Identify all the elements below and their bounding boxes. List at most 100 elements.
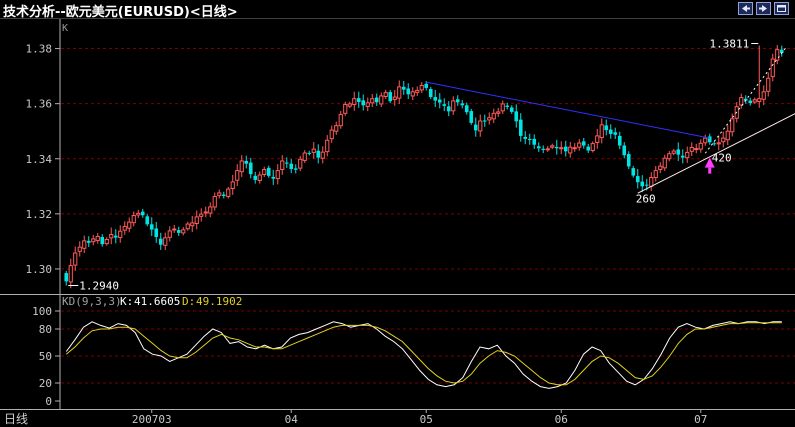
candle-body-up [752,99,757,103]
candle-body-up [347,103,352,107]
candle-body-down [140,211,145,216]
candle-body-up [181,229,186,234]
candle-body-down [680,155,685,158]
candle-body-up [118,230,123,239]
candle-body-down [442,104,447,106]
candle-body-up [262,169,267,175]
candle-body-up [379,95,384,105]
candlestick-series [64,45,784,289]
candle-body-down [356,98,361,102]
candle-body-up [590,143,595,151]
candle-body-up [415,89,420,93]
candle-body-down [284,162,289,164]
candle-body-up [167,230,172,238]
candle-body-up [595,135,600,144]
candle-body-down [748,100,753,104]
candle-body-up [208,206,213,214]
candle-body-up [320,151,325,159]
candle-body-up [91,238,96,243]
restore-button[interactable] [774,2,789,15]
candle-body-down [86,240,91,243]
candle-body-up [239,160,244,173]
candle-body-up [77,246,82,252]
candle-body-down [532,138,537,145]
candle-body-up [703,137,708,144]
candle-body-up [572,147,577,150]
candle-body-down [248,162,253,175]
candle-body-down [581,141,586,146]
candle-body-down [608,129,613,134]
candle-body-up [280,160,285,170]
y-axis-label: K [62,23,68,34]
candle-body-up [383,92,388,97]
candle-body-up [302,152,307,161]
candle-body-down [266,167,271,176]
candle-body-down [626,154,631,167]
candle-body-up [338,113,343,127]
kd-tick-label: 0 [45,395,52,408]
candle-body-down [293,168,298,170]
prev-button[interactable] [738,2,753,15]
kd-tick-label: 100 [32,305,52,318]
candle-body-down [428,89,433,98]
candle-body-down [361,100,366,106]
candle-body-down [455,99,460,103]
candle-body-down [518,119,523,136]
candle-body-down [401,86,406,90]
candle-body-down [221,194,226,196]
k-line [65,321,782,389]
candle-body-up [203,211,208,214]
candle-body-down [406,88,411,95]
title-bar: 技术分析--欧元美元(EURUSD)<日线> [0,0,795,20]
candle-body-up [419,84,424,91]
next-button[interactable] [756,2,771,15]
candle-body-up [329,129,334,140]
candle-body-up [689,146,694,152]
k-value: 41.6605 [134,295,180,308]
candle-body-down [271,176,276,179]
candle-body-up [599,124,604,139]
candle-body-down [473,124,478,131]
candle-body-up [185,223,190,230]
candle-body-down [433,97,438,101]
candle-body-up [766,77,771,92]
upper-trendline [426,81,710,139]
candle-body-up [685,151,690,159]
candle-body-down [631,168,636,176]
arrow-left-icon [742,5,750,12]
candle-body-down [712,143,717,145]
x-tick-label: 07 [694,413,707,426]
candle-body-up [559,147,564,150]
candle-body-up [95,235,100,242]
candle-body-up [694,148,699,151]
candle-body-down [424,83,429,88]
candle-body-down [64,273,69,282]
d-value: 49.1902 [196,295,242,308]
candle-body-up [730,118,735,133]
period-label: 日线 [4,412,28,426]
candle-body-down [604,125,609,131]
price-tick-label: 1.36 [26,98,53,111]
candle-body-up [127,221,132,229]
candle-body-up [217,192,222,196]
candle-body-down [158,238,163,245]
candle-body-down [154,228,159,237]
price-tick-label: 1.30 [26,263,53,276]
x-tick-label: 04 [285,413,299,426]
d-label: D: [182,295,195,308]
candle-body-up [397,86,402,99]
candle-body-up [568,146,573,154]
candle-body-up [257,174,262,182]
price-chart: 1.38 1.36 1.34 1.32 1.30 100 80 50 20 0 200703 04 05… [0,19,795,426]
candle-body-down [541,148,546,150]
candle-body-up [392,96,397,101]
candle-body-up [68,265,73,283]
candle-body-up [226,188,231,197]
window-restore-icon [777,5,786,12]
candle-body-up [500,103,505,112]
candle-body-down [176,230,181,233]
candle-body-up [410,91,415,97]
candle-body-up [230,181,235,190]
kd-tick-label: 50 [39,350,52,363]
candle-body-up [658,165,663,171]
